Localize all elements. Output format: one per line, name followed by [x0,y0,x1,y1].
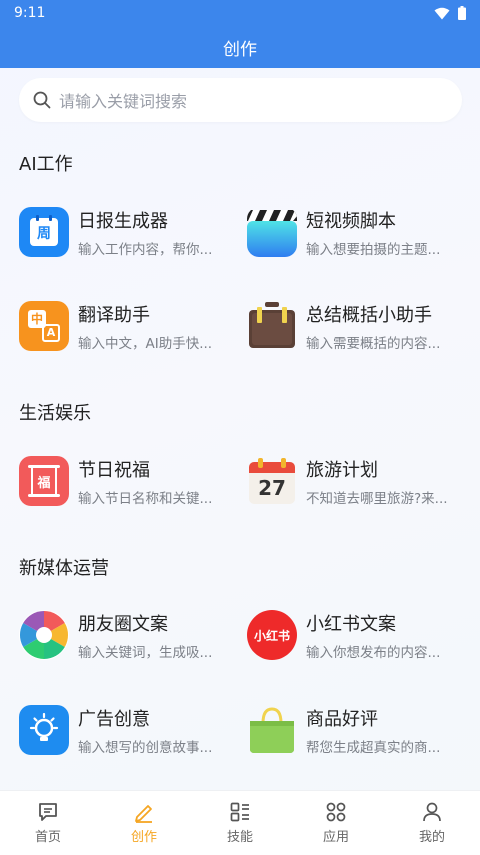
card-subtitle: 输入需要概括的内容... [306,335,441,352]
card-travel-plan[interactable]: 27 旅游计划 不知道去哪里旅游?来... [247,451,457,511]
card-subtitle: 输入想写的创意故事... [78,739,213,756]
battery-icon [458,6,466,20]
card-moments-copy[interactable]: 朋友圈文案 输入关键词，生成吸... [19,605,229,665]
page-title: 创作 [223,39,257,60]
bottom-tab-bar: 首页 创作 技能 应用 我的 [0,790,480,855]
tab-skills[interactable]: 技能 [192,791,288,855]
command-icon [326,802,346,822]
status-time: 9:11 [14,5,46,21]
message-square-icon [39,803,57,821]
tab-home[interactable]: 首页 [0,791,96,855]
search-input[interactable]: 请输入关键词搜索 [19,78,462,122]
card-subtitle: 输入中文，AI助手快... [78,335,213,352]
clapperboard-icon [247,207,297,257]
search-placeholder: 请输入关键词搜索 [59,92,188,111]
card-title: 总结概括小助手 [306,304,432,326]
tab-apps[interactable]: 应用 [288,791,384,855]
card-subtitle: 输入你想发布的内容... [306,644,441,661]
card-subtitle: 输入想要拍摄的主题... [306,241,441,258]
tab-create[interactable]: 创作 [96,791,192,855]
card-translator[interactable]: 中 A 翻译助手 输入中文，AI助手快... [19,296,229,356]
card-subtitle: 不知道去哪里旅游?来... [306,490,448,507]
card-title: 节日祝福 [78,459,150,481]
grid-list-icon [230,802,249,822]
card-title: 小红书文案 [306,613,396,635]
card-xiaohongshu-copy[interactable]: 小红书 小红书文案 输入你想发布的内容... [247,605,457,665]
calendar-icon: 27 [247,456,297,506]
xiaohongshu-icon: 小红书 [247,610,297,660]
translate-icon: 中 A [19,301,69,351]
section-title-new-media: 新媒体运营 [19,558,109,579]
section-title-ai-work: AI工作 [19,154,73,175]
card-title: 广告创意 [78,708,150,730]
app-bar: 创作 [0,26,480,68]
card-title: 旅游计划 [306,459,378,481]
tab-profile[interactable]: 我的 [384,791,480,855]
aperture-icon [19,610,69,660]
briefcase-icon [247,301,297,351]
pencil-icon [135,805,152,823]
card-summarizer[interactable]: 总结概括小助手 输入需要概括的内容... [247,296,457,356]
card-subtitle: 帮您生成超真实的商... [306,739,441,756]
card-title: 朋友圈文案 [78,613,168,635]
card-product-review[interactable]: 商品好评 帮您生成超真实的商... [247,700,457,760]
card-holiday-blessing[interactable]: 福 节日祝福 输入节日名称和关键... [19,451,229,511]
user-icon [423,802,441,822]
calendar-week-icon: 周 [19,207,69,257]
card-subtitle: 输入关键词，生成吸... [78,644,213,661]
card-subtitle: 输入节日名称和关键... [78,490,213,507]
card-title: 日报生成器 [78,210,168,232]
card-title: 短视频脚本 [306,210,396,232]
card-subtitle: 输入工作内容，帮你... [78,241,213,258]
section-title-life: 生活娱乐 [19,403,91,424]
card-short-video-script[interactable]: 短视频脚本 输入想要拍摄的主题... [247,202,457,262]
card-daily-report[interactable]: 周 日报生成器 输入工作内容，帮你... [19,202,229,262]
lightbulb-icon [19,705,69,755]
blessing-scroll-icon: 福 [19,456,69,506]
wifi-icon [434,7,450,19]
status-bar: 9:11 [0,0,480,26]
card-title: 商品好评 [306,708,378,730]
card-title: 翻译助手 [78,304,150,326]
search-icon [33,91,51,109]
card-ad-creative[interactable]: 广告创意 输入想写的创意故事... [19,700,229,760]
shopping-bag-icon [247,705,297,755]
